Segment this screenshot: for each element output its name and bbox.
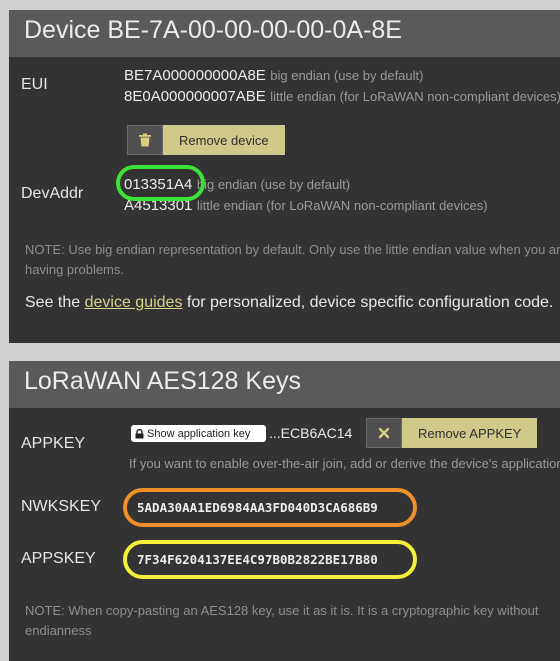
appkey-label: APPKEY	[21, 435, 86, 452]
show-application-key-button[interactable]: Show application key	[131, 425, 266, 442]
keys-title: LoRaWAN AES128 Keys	[24, 367, 301, 395]
aes-note: NOTE: When copy-pasting an AES128 key, u…	[25, 603, 539, 638]
keys-panel-header: LoRaWAN AES128 Keys	[9, 361, 560, 408]
devaddr-big-value: 013351A4	[124, 176, 193, 193]
nwkskey-value: 5ADA30AA1ED6984AA3FD040D3CA686B9	[137, 500, 378, 515]
guides-before: See the	[25, 294, 85, 311]
device-panel: Device BE-7A-00-00-00-00-0A-8E EUI BE7A0…	[9, 10, 560, 343]
guides-line: See the device guides for personalized, …	[25, 294, 553, 312]
appskey-value: 7F34F6204137EE4C97B0B2822BE17B80	[137, 552, 378, 567]
device-guides-link[interactable]: device guides	[85, 294, 183, 311]
remove-device-button[interactable]: Remove device	[127, 125, 285, 155]
remove-appkey-button[interactable]: Remove APPKEY	[366, 418, 538, 448]
devaddr-little-row: A4513301 little endian (for LoRaWAN non-…	[124, 197, 488, 215]
show-application-key-label[interactable]: Show application key	[147, 428, 250, 440]
lock-icon	[135, 428, 144, 438]
appskey-label: APPSKEY	[21, 550, 96, 567]
eui-big-row: BE7A000000000A8E big endian (use by defa…	[124, 67, 423, 85]
eui-big-hint: big endian (use by default)	[270, 68, 424, 83]
device-title: Device BE-7A-00-00-00-00-0A-8E	[24, 16, 402, 44]
devaddr-big-hint: big endian (use by default)	[196, 177, 351, 192]
nwkskey-label: NWKSKEY	[21, 498, 102, 515]
eui-little-row: 8E0A000000007ABE little endian (for LoRa…	[124, 88, 560, 106]
eui-big-value: BE7A000000000A8E	[124, 67, 266, 84]
remove-device-label[interactable]: Remove device	[163, 125, 285, 155]
eui-little-value: 8E0A000000007ABE	[124, 88, 266, 105]
eui-label: EUI	[21, 76, 48, 93]
endian-note: NOTE: Use big endian representation by d…	[25, 242, 560, 277]
devaddr-big-row: 013351A4 big endian (use by default)	[124, 176, 350, 194]
devaddr-little-hint: little endian (for LoRaWAN non-compliant…	[196, 198, 488, 213]
trash-icon[interactable]	[127, 125, 163, 155]
close-icon[interactable]	[366, 418, 402, 448]
eui-little-hint: little endian (for LoRaWAN non-compliant…	[270, 89, 560, 104]
devaddr-label: DevAddr	[21, 185, 84, 202]
appkey-hint: If you want to enable over-the-air join,…	[129, 456, 560, 471]
remove-appkey-label[interactable]: Remove APPKEY	[402, 418, 538, 448]
devaddr-little-value: A4513301	[124, 197, 193, 214]
keys-panel: LoRaWAN AES128 Keys APPKEY Show applicat…	[9, 361, 560, 661]
guides-after: for personalized, device specific config…	[182, 294, 554, 311]
device-panel-header: Device BE-7A-00-00-00-00-0A-8E	[9, 10, 560, 57]
appkey-tail: ...ECB6AC14	[269, 425, 353, 441]
